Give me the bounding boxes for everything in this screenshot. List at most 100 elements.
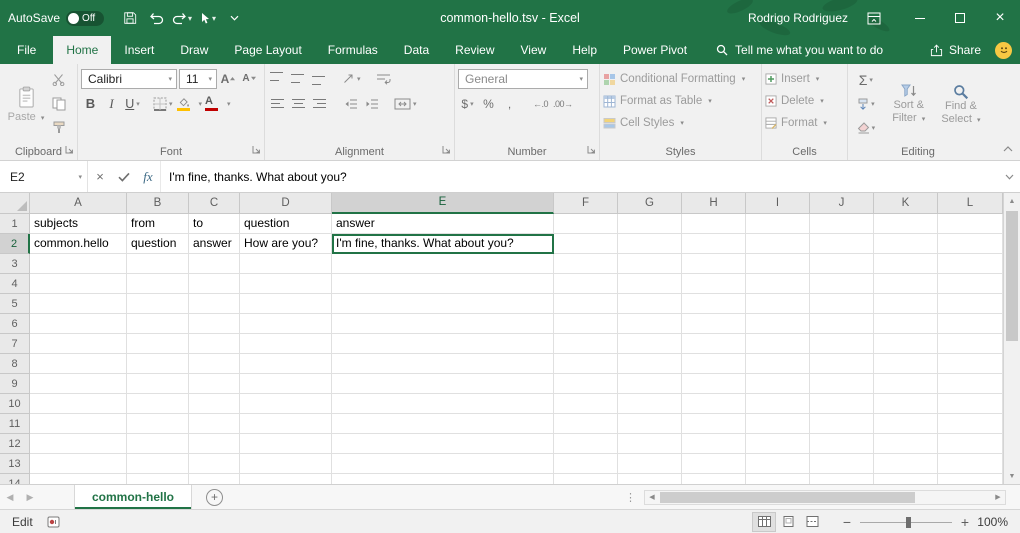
cell-F7[interactable] <box>554 334 618 354</box>
cell-H7[interactable] <box>682 334 746 354</box>
orientation-icon[interactable]: ▾ <box>341 68 362 89</box>
cell-K3[interactable] <box>874 254 938 274</box>
decrease-indent-icon[interactable] <box>341 93 360 114</box>
scroll-up-icon[interactable]: ▲ <box>1004 193 1020 209</box>
sheetbar-splitter-handle[interactable]: ⋮ <box>625 491 636 504</box>
cell-H4[interactable] <box>682 274 746 294</box>
cell-I6[interactable] <box>746 314 810 334</box>
sort-filter-button[interactable]: Sort & Filter ▾ <box>885 66 933 143</box>
cell-D6[interactable] <box>240 314 332 334</box>
cell-I2[interactable] <box>746 234 810 254</box>
cell-G4[interactable] <box>618 274 682 294</box>
cell-A4[interactable] <box>30 274 127 294</box>
cell-K9[interactable] <box>874 374 938 394</box>
currency-format-icon[interactable]: $▾ <box>458 93 477 114</box>
cell-L9[interactable] <box>938 374 1003 394</box>
cell-F9[interactable] <box>554 374 618 394</box>
cell-H14[interactable] <box>682 474 746 484</box>
cell-J4[interactable] <box>810 274 874 294</box>
row-header-10[interactable]: 10 <box>0 394 30 414</box>
cell-A1[interactable]: subjects <box>30 214 127 234</box>
user-name[interactable]: Rodrigo Rodriguez <box>748 11 848 25</box>
row-header-6[interactable]: 6 <box>0 314 30 334</box>
tab-formulas[interactable]: Formulas <box>315 36 391 64</box>
sheet-nav-left-icon[interactable]: ◀ <box>0 492 20 503</box>
tab-page-layout[interactable]: Page Layout <box>221 36 314 64</box>
row-header-5[interactable]: 5 <box>0 294 30 314</box>
cell-B7[interactable] <box>127 334 189 354</box>
cell-D12[interactable] <box>240 434 332 454</box>
close-button[interactable]: × <box>980 0 1020 36</box>
cell-J12[interactable] <box>810 434 874 454</box>
column-header-L[interactable]: L <box>938 193 1003 214</box>
enter-icon[interactable] <box>112 161 136 192</box>
wrap-text-icon[interactable] <box>374 68 393 89</box>
cell-H8[interactable] <box>682 354 746 374</box>
cell-L10[interactable] <box>938 394 1003 414</box>
cell-L12[interactable] <box>938 434 1003 454</box>
autosave-toggle[interactable]: AutoSave Off <box>8 11 104 26</box>
cell-E3[interactable] <box>332 254 554 274</box>
insert-cells-button[interactable]: Insert▾ <box>765 68 844 90</box>
cell-B10[interactable] <box>127 394 189 414</box>
increase-font-size-icon[interactable]: A <box>219 68 238 89</box>
column-header-K[interactable]: K <box>874 193 938 214</box>
cell-J1[interactable] <box>810 214 874 234</box>
format-painter-icon[interactable] <box>49 117 68 138</box>
cell-I14[interactable] <box>746 474 810 484</box>
row-header-3[interactable]: 3 <box>0 254 30 274</box>
cell-C7[interactable] <box>189 334 240 354</box>
tab-insert[interactable]: Insert <box>111 36 167 64</box>
cell-F13[interactable] <box>554 454 618 474</box>
row-header-12[interactable]: 12 <box>0 434 30 454</box>
column-header-F[interactable]: F <box>554 193 618 214</box>
merge-center-icon[interactable]: ▾ <box>393 93 418 114</box>
cell-K10[interactable] <box>874 394 938 414</box>
cell-D13[interactable] <box>240 454 332 474</box>
tab-power-pivot[interactable]: Power Pivot <box>610 36 700 64</box>
tab-review[interactable]: Review <box>442 36 507 64</box>
horizontal-scroll-thumb[interactable] <box>660 492 915 503</box>
cell-C12[interactable] <box>189 434 240 454</box>
format-as-table-button[interactable]: Format as Table▾ <box>603 90 758 112</box>
cell-H12[interactable] <box>682 434 746 454</box>
touch-mode-icon[interactable]: ▾ <box>196 5 220 31</box>
cell-I7[interactable] <box>746 334 810 354</box>
delete-cells-button[interactable]: Delete▾ <box>765 90 844 112</box>
cell-K12[interactable] <box>874 434 938 454</box>
cell-J7[interactable] <box>810 334 874 354</box>
comma-format-icon[interactable]: , <box>500 93 519 114</box>
cell-C11[interactable] <box>189 414 240 434</box>
column-header-G[interactable]: G <box>618 193 682 214</box>
clear-icon[interactable]: ▾ <box>851 117 881 138</box>
row-header-1[interactable]: 1 <box>0 214 30 234</box>
cell-E13[interactable] <box>332 454 554 474</box>
cell-H5[interactable] <box>682 294 746 314</box>
cell-E12[interactable] <box>332 434 554 454</box>
insert-function-icon[interactable]: fx <box>136 161 160 192</box>
new-sheet-icon[interactable]: + <box>206 489 223 506</box>
cell-G7[interactable] <box>618 334 682 354</box>
cell-H6[interactable] <box>682 314 746 334</box>
decrease-font-size-icon[interactable]: A <box>240 68 259 89</box>
clipboard-dialog-launcher-icon[interactable] <box>65 145 74 157</box>
cell-H2[interactable] <box>682 234 746 254</box>
number-format-combo[interactable]: General▾ <box>458 69 588 89</box>
decrease-decimal-icon[interactable]: .00→ <box>552 93 574 114</box>
feedback-smiley-icon[interactable] <box>995 42 1012 59</box>
zoom-out-icon[interactable]: − <box>838 514 856 530</box>
cell-C8[interactable] <box>189 354 240 374</box>
horizontal-scrollbar[interactable]: ◀ ▶ <box>644 490 1006 505</box>
cell-B6[interactable] <box>127 314 189 334</box>
cell-I12[interactable] <box>746 434 810 454</box>
maximize-button[interactable] <box>940 0 980 36</box>
cell-E6[interactable] <box>332 314 554 334</box>
cell-B5[interactable] <box>127 294 189 314</box>
cell-G9[interactable] <box>618 374 682 394</box>
cell-J2[interactable] <box>810 234 874 254</box>
paste-button[interactable]: Paste ▾ <box>3 66 49 143</box>
cell-A5[interactable] <box>30 294 127 314</box>
cell-L11[interactable] <box>938 414 1003 434</box>
cell-J3[interactable] <box>810 254 874 274</box>
cell-D11[interactable] <box>240 414 332 434</box>
